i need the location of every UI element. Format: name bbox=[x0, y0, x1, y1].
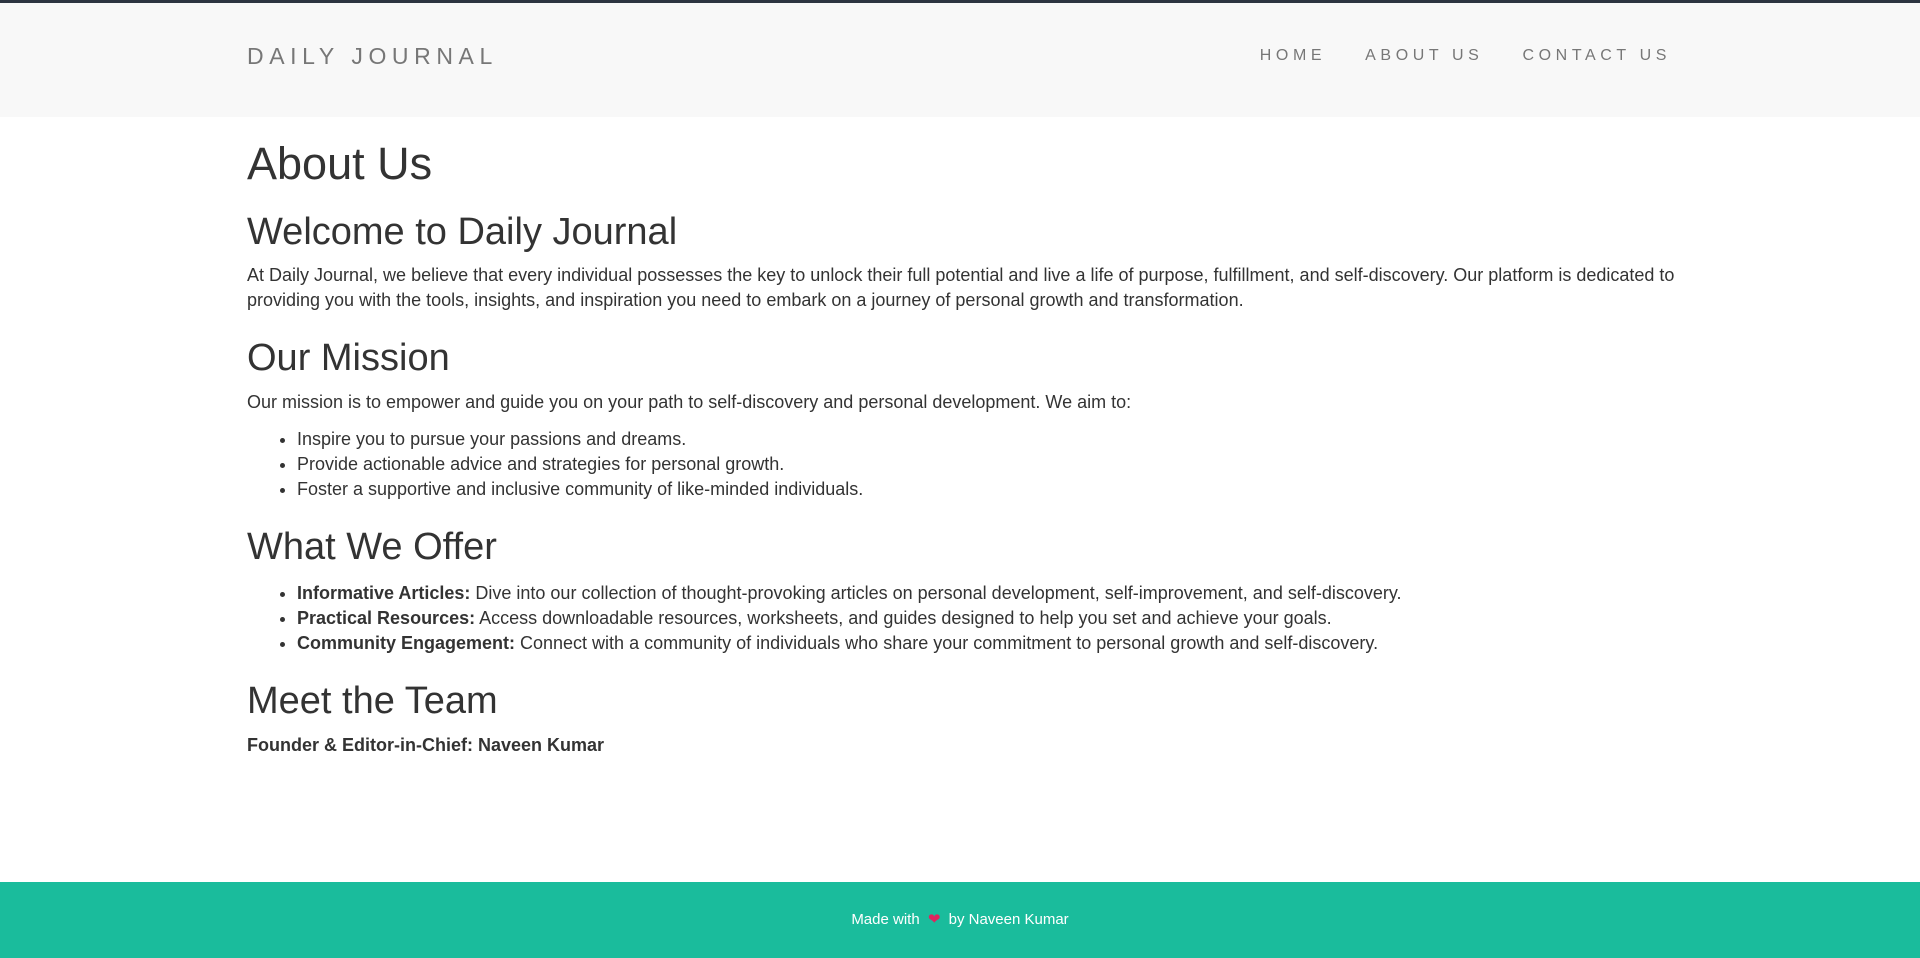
footer: Made with ❤ by Naveen Kumar bbox=[0, 882, 1920, 958]
mission-intro: Our mission is to empower and guide you … bbox=[247, 392, 1132, 413]
page-title: About Us bbox=[247, 138, 433, 189]
heart-icon: ❤ bbox=[927, 911, 941, 928]
brand-logo[interactable]: DAILY JOURNAL bbox=[247, 43, 498, 70]
navbar: DAILY JOURNAL HOME ABOUT US CONTACT US bbox=[0, 3, 1920, 117]
list-item: Practical Resources: Access downloadable… bbox=[297, 606, 1677, 631]
mission-list: Inspire you to pursue your passions and … bbox=[247, 427, 1677, 502]
nav-about-us[interactable]: ABOUT US bbox=[1365, 47, 1483, 65]
list-item: Informative Articles: Dive into our coll… bbox=[297, 581, 1677, 606]
footer-prefix: Made with bbox=[851, 911, 920, 928]
list-item: Provide actionable advice and strategies… bbox=[297, 452, 1677, 477]
mission-heading: Our Mission bbox=[247, 337, 450, 380]
welcome-text: At Daily Journal, we believe that every … bbox=[247, 265, 1675, 311]
team-heading: Meet the Team bbox=[247, 679, 498, 722]
list-item: Foster a supportive and inclusive commun… bbox=[297, 477, 1677, 502]
team-founder: Founder & Editor-in-Chief: Naveen Kumar bbox=[247, 734, 605, 755]
list-item: Inspire you to pursue your passions and … bbox=[297, 427, 1677, 452]
nav-menu: HOME ABOUT US CONTACT US bbox=[1260, 47, 1671, 65]
offer-label: Practical Resources: bbox=[297, 607, 476, 628]
offer-text: Dive into our collection of thought-prov… bbox=[470, 582, 1402, 603]
main-content: About Us Welcome to Daily Journal At Dai… bbox=[247, 117, 1677, 758]
welcome-heading: Welcome to Daily Journal bbox=[247, 210, 678, 253]
offer-text: Connect with a community of individuals … bbox=[515, 632, 1379, 653]
nav-contact-us[interactable]: CONTACT US bbox=[1522, 47, 1671, 65]
offer-label: Community Engagement: bbox=[297, 632, 516, 653]
offer-heading: What We Offer bbox=[247, 526, 497, 569]
footer-suffix: by Naveen Kumar bbox=[948, 911, 1069, 928]
offer-list: Informative Articles: Dive into our coll… bbox=[247, 581, 1677, 656]
list-item: Community Engagement: Connect with a com… bbox=[297, 631, 1677, 656]
nav-home[interactable]: HOME bbox=[1260, 47, 1326, 65]
offer-text: Access downloadable resources, worksheet… bbox=[475, 607, 1332, 628]
offer-label: Informative Articles: bbox=[297, 582, 471, 603]
